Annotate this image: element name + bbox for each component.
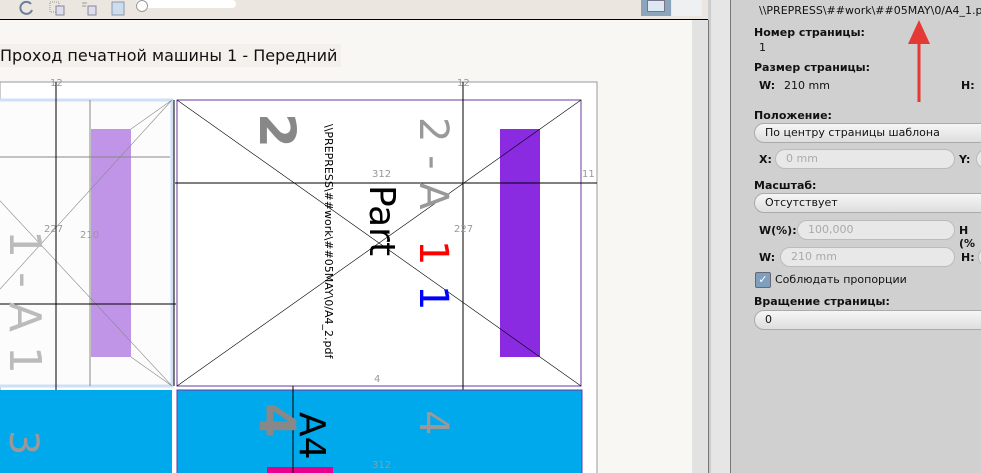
y-label: Y:	[959, 153, 971, 166]
refresh-icon[interactable]	[18, 0, 36, 16]
keep-proportions-label: Соблюдать пропорции	[775, 273, 907, 286]
page-2-bar	[500, 129, 540, 357]
position-dropdown[interactable]: По центру страницы шаблона	[754, 123, 981, 143]
page-number-label: Номер страницы:	[754, 26, 865, 39]
w-percent-label: W(%):	[759, 224, 797, 237]
page-4-mark: 4	[410, 410, 456, 435]
page-2-path: \\PREPRESS\##work\##05MAY\0/A4_2.pdf	[322, 124, 335, 360]
h-percent-label: H (%	[959, 224, 976, 250]
scale-label: Масштаб:	[754, 179, 817, 192]
dim-width: 312	[372, 169, 391, 180]
dim-bottom-gap: 4	[374, 374, 380, 385]
dim-right: 11	[582, 169, 595, 180]
page-2-number: 2	[248, 113, 306, 148]
rotate-icon[interactable]	[110, 0, 128, 16]
zoom-slider[interactable]	[136, 0, 236, 12]
dim-height-right: 227	[454, 224, 473, 235]
y-input[interactable]	[976, 149, 981, 169]
page-1-label: 1 - A 1 1	[0, 230, 50, 416]
page-number-value: 1	[759, 41, 766, 54]
scale-dropdown[interactable]: Отсутствует	[754, 193, 981, 213]
w-mm-input[interactable]: 210 mm	[780, 247, 955, 267]
dim-top-right: 12	[457, 78, 470, 89]
x-input[interactable]: 0 mm	[775, 149, 955, 169]
dim-height-inner: 210	[80, 230, 99, 241]
panel-splitter[interactable]	[709, 0, 731, 473]
page-3-label: 3	[0, 430, 46, 455]
w-mm-label: W:	[759, 251, 776, 264]
h-mm-label: H:	[961, 251, 975, 264]
red-arrow-annotation	[908, 20, 930, 102]
w-percent-input[interactable]: 100,000	[797, 220, 955, 240]
page-size-label: Размер страницы:	[754, 61, 871, 74]
grid-view-icon[interactable]	[672, 0, 702, 16]
page-layout-icon[interactable]	[48, 0, 66, 16]
dim-top-left: 12	[50, 78, 63, 89]
page-properties-panel: \\PREPRESS\##work\##05MAY\0/A4_1.pdf Ном…	[732, 0, 981, 473]
h-label: H:	[961, 79, 975, 92]
page-2-blue-mark: 1	[410, 285, 456, 310]
rotation-label: Вращение страницы:	[754, 295, 890, 308]
x-label: X:	[759, 153, 772, 166]
sheet-preview: 1 - A 1 1 2 2 - A 1 1 Part \\PREPRESS\##…	[0, 78, 598, 473]
w-label: W:	[759, 79, 776, 92]
page-arrange-icon[interactable]	[80, 0, 98, 16]
single-page-view-icon[interactable]	[641, 0, 671, 16]
page-4-text: A4	[291, 412, 332, 460]
page-2-red-mark: 1	[410, 240, 456, 265]
rotation-dropdown[interactable]: 0	[754, 310, 981, 330]
toolbar	[0, 0, 708, 20]
keep-proportions-checkbox[interactable]: ✓	[755, 272, 771, 288]
part-label: Part	[361, 185, 402, 256]
vertical-scrollbar[interactable]	[692, 20, 709, 473]
page-1-bar	[91, 129, 131, 357]
dim-bottom-width: 312	[372, 460, 391, 471]
page-2-mark: 2 - A	[410, 117, 456, 210]
position-label: Положение:	[754, 109, 832, 122]
imposition-canvas[interactable]: Проход печатной машины 1 - Передний 1 - …	[0, 20, 692, 473]
w-value: 210 mm	[784, 79, 830, 92]
dim-height-left: 227	[44, 224, 63, 235]
file-path: \\PREPRESS\##work\##05MAY\0/A4_1.pdf	[759, 4, 981, 17]
